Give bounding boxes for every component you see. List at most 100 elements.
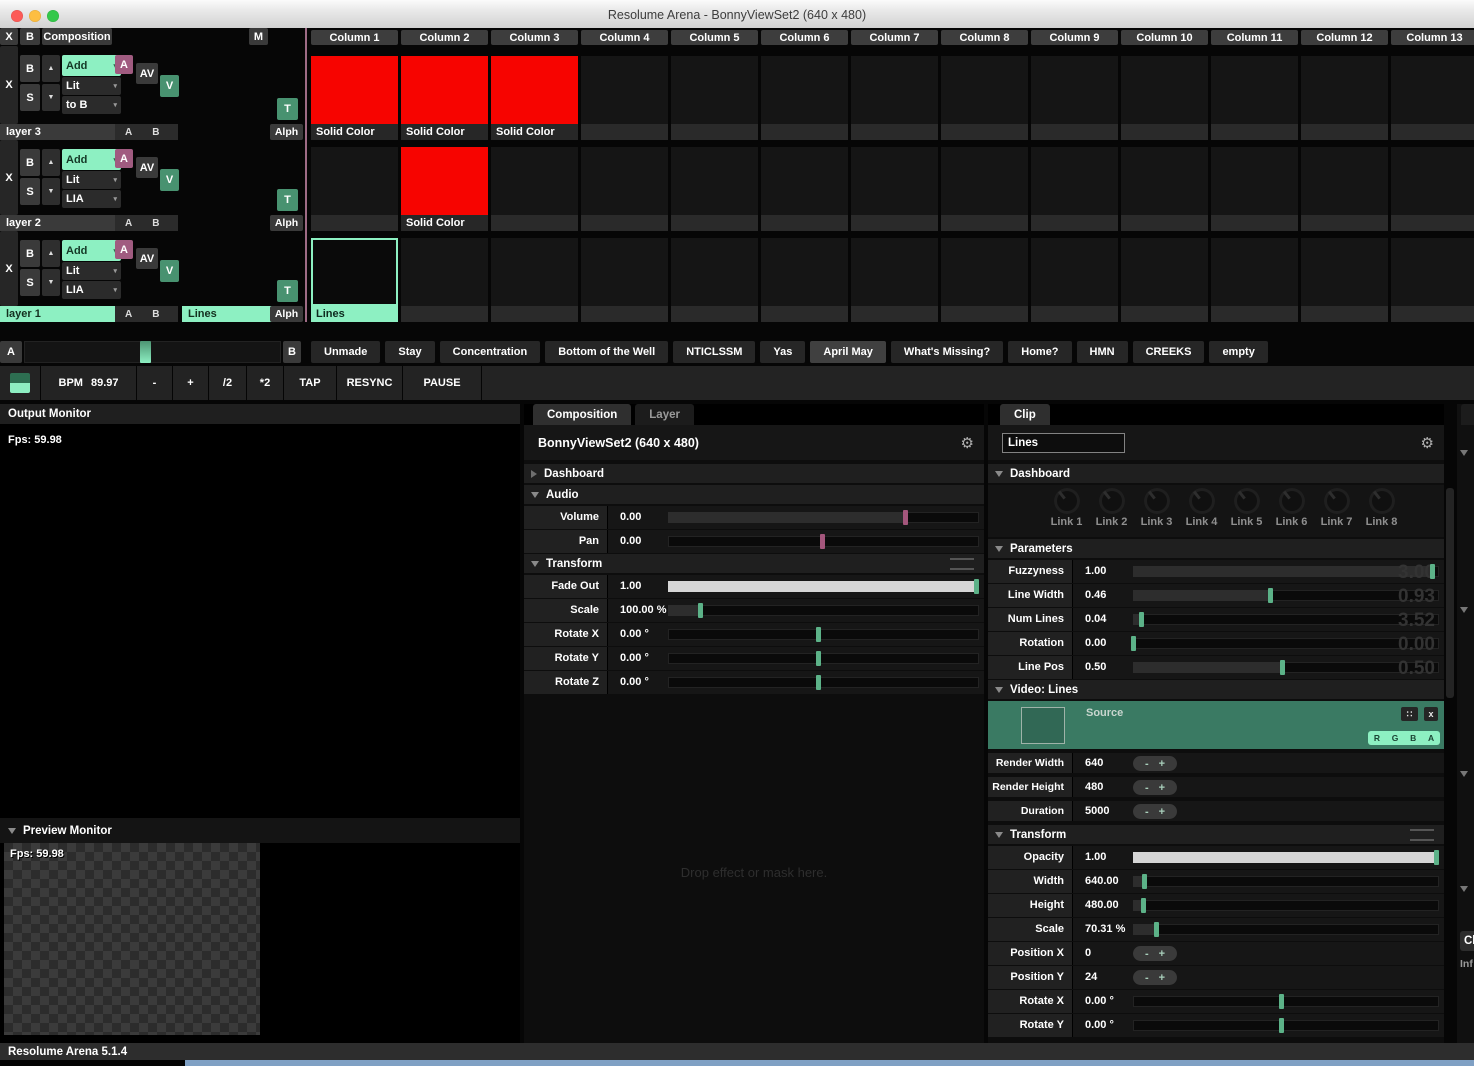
clip-thumbnail[interactable] [1211,56,1298,124]
clip-cell[interactable] [1211,56,1298,140]
layer-ab-assign[interactable]: AB [115,306,178,322]
layer-bypass-button[interactable]: B [20,149,40,176]
slider-handle[interactable] [1131,636,1136,651]
clip-cell[interactable] [491,147,578,231]
clip-name-strip[interactable] [1391,215,1474,231]
layer-transition-button[interactable]: T [277,189,298,211]
dashboard-link[interactable]: Link 6 [1269,485,1314,537]
layer-down-icon[interactable]: ▼ [42,269,60,296]
tab-layer[interactable]: Layer [635,404,694,425]
slider-handle[interactable] [698,603,703,618]
clip-cell[interactable] [1211,147,1298,231]
layer-mode-dropdown[interactable]: Lit▾ [62,171,121,189]
slider-handle[interactable] [1279,1018,1284,1033]
bpm--button[interactable]: + [173,366,209,400]
clip-cell[interactable] [1301,147,1388,231]
layer-name-label[interactable]: layer 2 [0,215,127,231]
layer-x-button[interactable]: X [0,46,18,124]
layer-video-button[interactable]: V [160,169,179,191]
column-header-13[interactable]: Column 13 [1391,30,1474,45]
slider-handle[interactable] [816,675,821,690]
dashboard-link[interactable]: Link 2 [1089,485,1134,537]
clip-thumbnail[interactable] [851,56,938,124]
expand-icon[interactable]: ∷ [1401,707,1418,721]
section-dashboard[interactable]: Dashboard [524,464,984,483]
clip-thumbnail[interactable] [1211,147,1298,215]
layer-up-icon[interactable]: ▲ [42,149,60,176]
layer-alpha-button[interactable]: Alph [270,124,303,140]
knob-icon[interactable] [1279,488,1305,514]
section-video[interactable]: Video: Lines [988,680,1444,699]
clip-thumbnail[interactable] [761,147,848,215]
dashboard-link[interactable]: Link 4 [1179,485,1224,537]
layer-video-button[interactable]: V [160,75,179,97]
slider-handle[interactable] [816,651,821,666]
crossfader-a-button[interactable]: A [0,341,22,363]
clip-thumbnail[interactable] [671,56,758,124]
deck-button[interactable]: Concentration [440,341,541,363]
clip-thumbnail[interactable] [581,147,668,215]
clip-name-strip[interactable] [671,306,758,322]
source-thumbnail[interactable] [1021,707,1065,744]
clip-name-strip[interactable] [1211,306,1298,322]
layer-alpha-button[interactable]: Alph [270,306,303,322]
layer-name-label[interactable]: layer 1 [0,306,127,322]
clip-name-strip[interactable] [1211,124,1298,140]
clip-name-strip[interactable] [581,215,668,231]
column-header-9[interactable]: Column 9 [1031,30,1118,45]
layer-blend-dropdown[interactable]: Add▾ [62,149,121,170]
chevron-down-icon[interactable] [1460,886,1468,892]
bpm--button[interactable]: - [137,366,173,400]
clip-name-strip[interactable] [851,306,938,322]
zoom-window-icon[interactable] [47,10,59,22]
clip-thumbnail[interactable] [941,147,1028,215]
clip-thumbnail[interactable] [1391,147,1474,215]
bpm-2-button[interactable]: *2 [247,366,284,400]
ab-b-label[interactable]: B [152,218,159,229]
clip-cell[interactable] [1301,238,1388,322]
clip-thumbnail[interactable] [1031,238,1118,306]
rgba-channels-button[interactable]: RGBA [1368,731,1440,745]
value-stepper[interactable]: -+ [1133,946,1177,961]
chevron-down-icon[interactable] [1460,450,1468,456]
clip-name-strip[interactable]: Solid Color [311,124,398,140]
column-header-4[interactable]: Column 4 [581,30,668,45]
clip-thumbnail[interactable] [311,147,398,215]
clip-cell[interactable] [1121,147,1208,231]
layer-playing-clip-label[interactable]: Lines [182,306,280,322]
layer-transition-button[interactable]: T [277,280,298,302]
column-header-2[interactable]: Column 2 [401,30,488,45]
clip-name-strip[interactable]: Lines [311,306,398,322]
bpm-2-button[interactable]: /2 [209,366,247,400]
clip-name-strip[interactable] [1301,124,1388,140]
deck-button[interactable]: Stay [385,341,434,363]
clip-name-strip[interactable] [671,215,758,231]
knob-icon[interactable] [1054,488,1080,514]
layer-audio-button[interactable]: A [115,149,133,168]
clip-cell[interactable] [941,147,1028,231]
clip-name-strip[interactable] [1301,306,1388,322]
ab-b-label[interactable]: B [152,127,159,138]
clip-name-strip[interactable] [1211,215,1298,231]
bpm-resync-button[interactable]: RESYNC [337,366,403,400]
layer-name-label[interactable]: layer 3 [0,124,127,140]
value-stepper[interactable]: -+ [1133,756,1177,771]
clip-name-strip[interactable] [941,215,1028,231]
ab-a-label[interactable]: A [125,127,132,138]
clip-thumbnail[interactable] [671,238,758,306]
knob-icon[interactable] [1324,488,1350,514]
bpm-display[interactable]: BPM 89.97 [41,366,137,400]
clip-thumbnail[interactable] [1301,238,1388,306]
param-slider[interactable] [1133,924,1439,935]
crossfader-b-button[interactable]: B [283,341,301,363]
column-header-5[interactable]: Column 5 [671,30,758,45]
clip-thumbnail[interactable] [671,147,758,215]
layer-up-icon[interactable]: ▲ [42,240,60,267]
channel-r-toggle[interactable]: R [1374,733,1380,743]
clip-thumbnail[interactable] [491,147,578,215]
slider-handle[interactable] [1280,660,1285,675]
clip-name-strip[interactable] [761,124,848,140]
layer-av-button[interactable]: AV [136,157,158,178]
knob-icon[interactable] [1189,488,1215,514]
clip-cell[interactable] [401,238,488,322]
